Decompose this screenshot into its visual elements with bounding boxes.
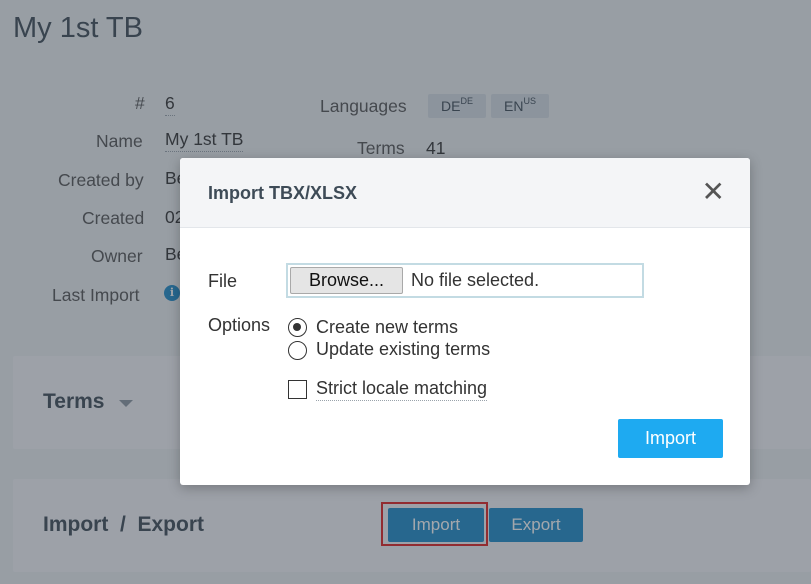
modal-title: Import TBX/XLSX xyxy=(208,183,358,203)
file-input[interactable]: Browse... No file selected. xyxy=(286,263,644,298)
option-create-label[interactable]: Create new terms xyxy=(316,317,458,338)
import-modal: Import TBX/XLSX ✕ File Browse... No file… xyxy=(180,158,750,485)
options-label: Options xyxy=(208,315,271,335)
modal-import-button[interactable]: Import xyxy=(618,419,723,458)
modal-header: Import TBX/XLSX ✕ xyxy=(180,158,750,228)
close-icon[interactable]: ✕ xyxy=(702,178,725,206)
file-status: No file selected. xyxy=(411,270,540,290)
option-update-label[interactable]: Update existing terms xyxy=(316,339,490,360)
radio-create-new-terms[interactable] xyxy=(288,318,307,337)
strict-locale-label[interactable]: Strict locale matching xyxy=(316,378,488,401)
file-label: File xyxy=(208,271,238,291)
strict-locale-checkbox[interactable] xyxy=(288,380,307,399)
browse-button[interactable]: Browse... xyxy=(290,267,403,294)
radio-update-existing-terms[interactable] xyxy=(288,341,307,360)
